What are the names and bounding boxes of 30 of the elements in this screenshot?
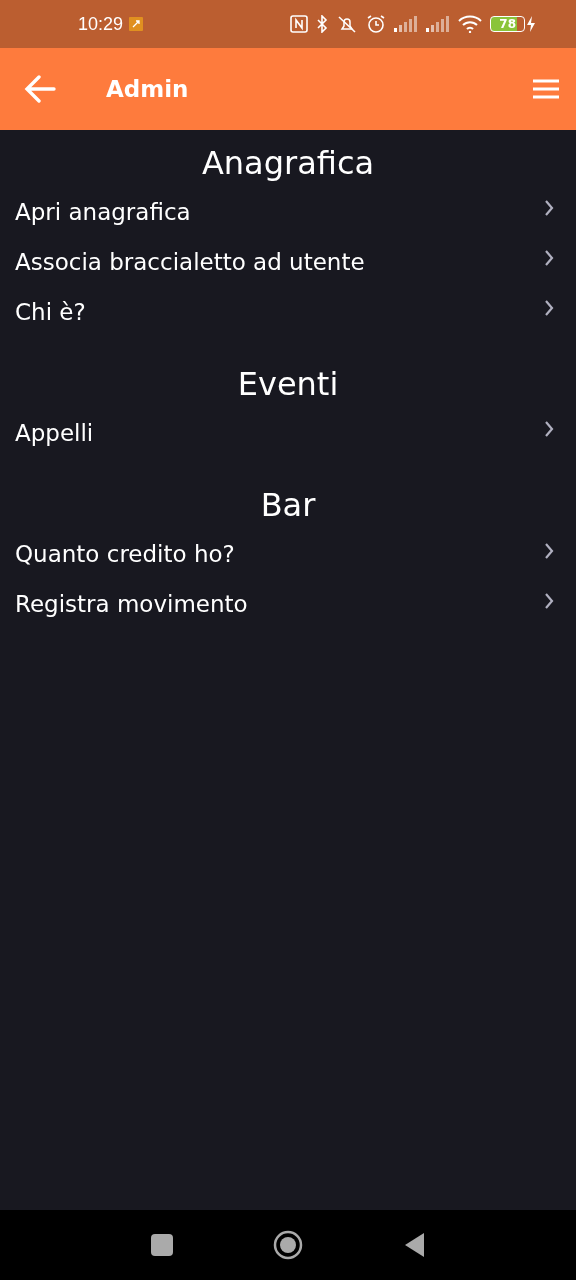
signal-icon [394, 16, 419, 32]
clock-text: 10:29 [78, 12, 124, 36]
bluetooth-icon [316, 15, 329, 33]
home-button-icon[interactable] [273, 1230, 303, 1260]
alarm-icon [366, 14, 387, 34]
menu-item[interactable]: Quanto credito ho? [0, 529, 576, 580]
wifi-icon [458, 15, 483, 33]
chevron-right-icon [544, 420, 554, 439]
section-heading: Anagrafica [200, 146, 376, 182]
menu-item[interactable]: Chi è? [0, 287, 576, 338]
notification-icon [129, 17, 144, 31]
nfc-icon [290, 15, 309, 33]
back-button-icon[interactable] [403, 1232, 425, 1258]
section-heading: Eventi [236, 367, 340, 403]
recents-button-icon[interactable] [151, 1234, 173, 1256]
chevron-right-icon [544, 249, 554, 268]
chevron-right-icon [544, 541, 554, 560]
back-arrow-icon[interactable] [24, 75, 56, 103]
app-bar-title: Admin [106, 74, 189, 104]
menu-icon[interactable] [532, 78, 560, 100]
battery-level-text: 78 [490, 16, 525, 32]
chevron-right-icon [544, 591, 554, 610]
section-heading: Bar [259, 488, 317, 524]
menu-item[interactable]: Associa braccialetto ad utente [0, 237, 576, 288]
menu-item[interactable]: Appelli [0, 408, 576, 459]
signal-icon [426, 16, 451, 32]
menu-item[interactable]: Apri anagrafica [0, 187, 576, 238]
chevron-right-icon [544, 199, 554, 218]
chevron-right-icon [544, 299, 554, 318]
menu-item[interactable]: Registra movimento [0, 579, 576, 630]
